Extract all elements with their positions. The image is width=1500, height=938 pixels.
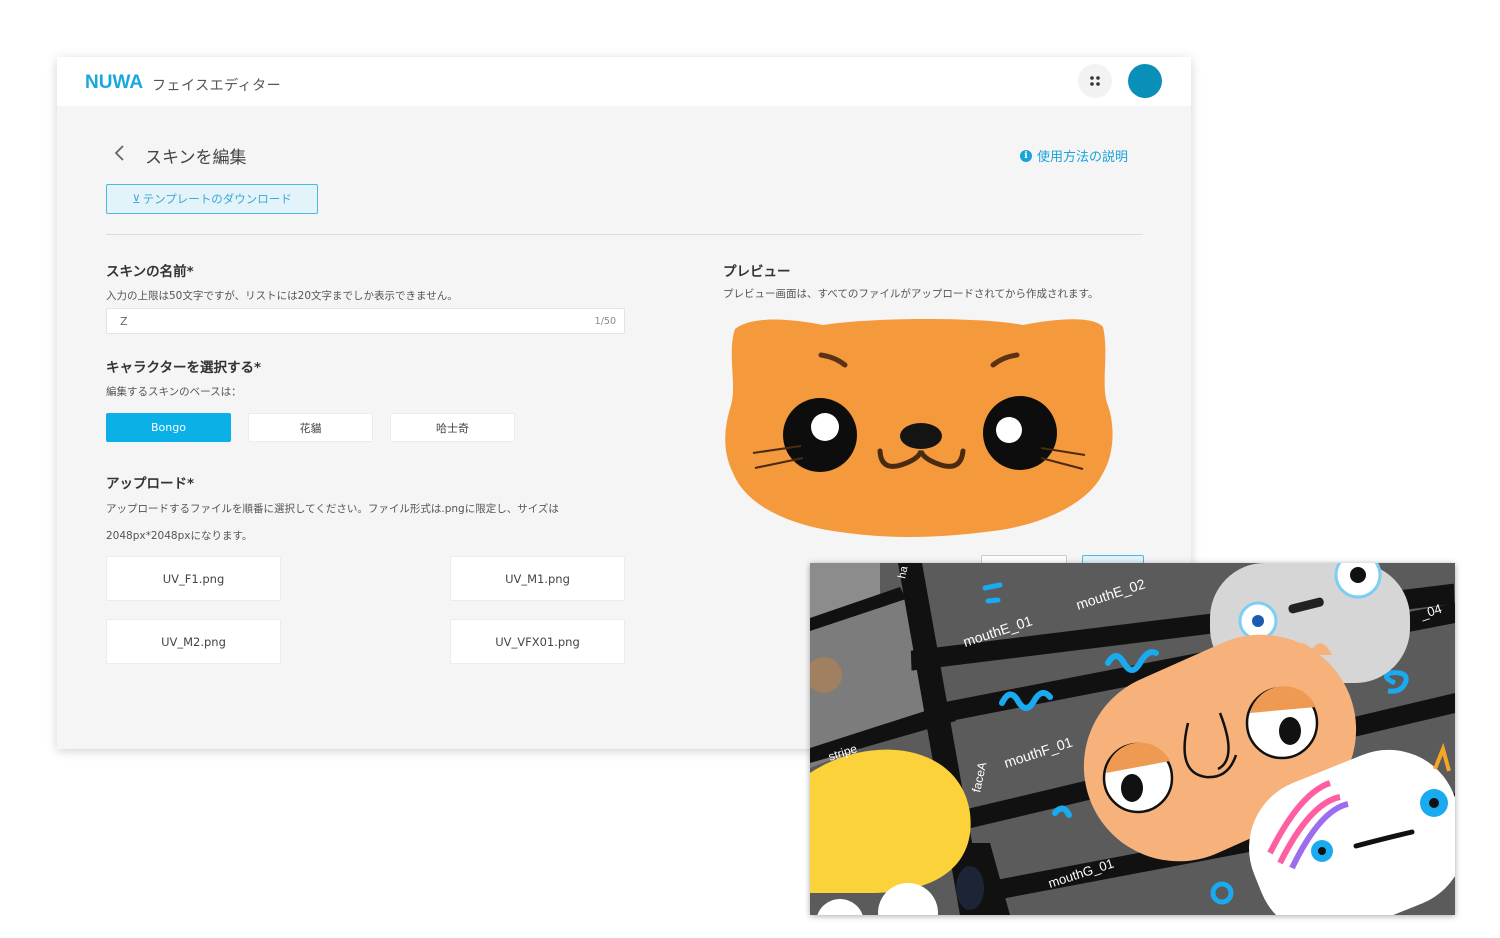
skin-name-input[interactable]: Z 1/50	[106, 308, 625, 334]
preview-description: プレビュー画面は、すべてのファイルがアップロードされてから作成されます。	[723, 288, 1099, 300]
back-chevron-icon[interactable]	[110, 142, 130, 164]
download-template-label: テンプレートのダウンロード	[142, 192, 292, 206]
preview-title: プレビュー	[723, 264, 791, 280]
page-title: スキンを編集	[145, 148, 247, 168]
upload-slot-uv-vfx01[interactable]: UV_VFX01.png	[450, 619, 625, 664]
svg-text:NUWA: NUWA	[85, 72, 143, 91]
character-title: キャラクターを選択する*	[106, 360, 262, 376]
skin-name-description: 入力の上限は50文字ですが、リストには20文字までしか表示できません。	[106, 290, 458, 302]
help-link[interactable]: i 使用方法の説明	[1020, 146, 1128, 165]
apps-menu-button[interactable]	[1078, 64, 1112, 98]
svg-text:mouthE_02: mouthE_02	[1074, 575, 1147, 612]
svg-text:faceA: faceA	[969, 761, 989, 794]
nuwa-logo[interactable]: NUWA	[85, 71, 147, 91]
app-title: フェイスエディター	[152, 78, 282, 94]
skin-name-title: スキンの名前*	[106, 264, 194, 280]
character-option-huamao[interactable]: 花貓	[248, 413, 373, 442]
left-eye-highlight	[811, 413, 839, 441]
svg-text:mouthG_01: mouthG_01	[1046, 856, 1115, 891]
svg-text:mouthF_01: mouthF_01	[1002, 734, 1075, 771]
apps-grid-icon	[1090, 76, 1100, 86]
character-option-husky[interactable]: 哈士奇	[390, 413, 515, 442]
upload-description-line1: アップロードするファイルを順番に選択してください。ファイル形式は.pngに限定し…	[106, 503, 559, 515]
skin-name-value: Z	[120, 315, 128, 328]
upload-slot-uv-m2[interactable]: UV_M2.png	[106, 619, 281, 664]
download-template-button[interactable]: ⊻ テンプレートのダウンロード	[106, 184, 318, 214]
app-header: NUWA フェイスエディター	[57, 57, 1191, 106]
character-description: 編集するスキンのベースは：	[106, 386, 242, 398]
skin-name-counter: 1/50	[594, 316, 616, 327]
upload-slot-uv-f1[interactable]: UV_F1.png	[106, 556, 281, 601]
texture-sheet-art: mouthE_01 mouthE_02 mouthF_01 mouthG_01 …	[810, 563, 1455, 915]
cat-face-preview	[725, 319, 1113, 537]
info-icon: i	[1020, 149, 1032, 162]
upload-title: アップロード*	[106, 476, 195, 492]
cat-nose	[900, 423, 942, 449]
upload-description-line2: 2048px*2048pxになります。	[106, 530, 253, 542]
download-icon: ⊻	[132, 192, 141, 206]
upload-slot-uv-m1[interactable]: UV_M1.png	[450, 556, 625, 601]
right-eye-highlight	[996, 417, 1022, 443]
help-link-text: 使用方法の説明	[1037, 150, 1129, 165]
section-divider	[106, 234, 1143, 235]
user-avatar[interactable]	[1128, 64, 1162, 98]
character-option-bongo[interactable]: Bongo	[106, 413, 231, 442]
texture-sheet-overlay: mouthE_01 mouthE_02 mouthF_01 mouthG_01 …	[810, 563, 1455, 915]
